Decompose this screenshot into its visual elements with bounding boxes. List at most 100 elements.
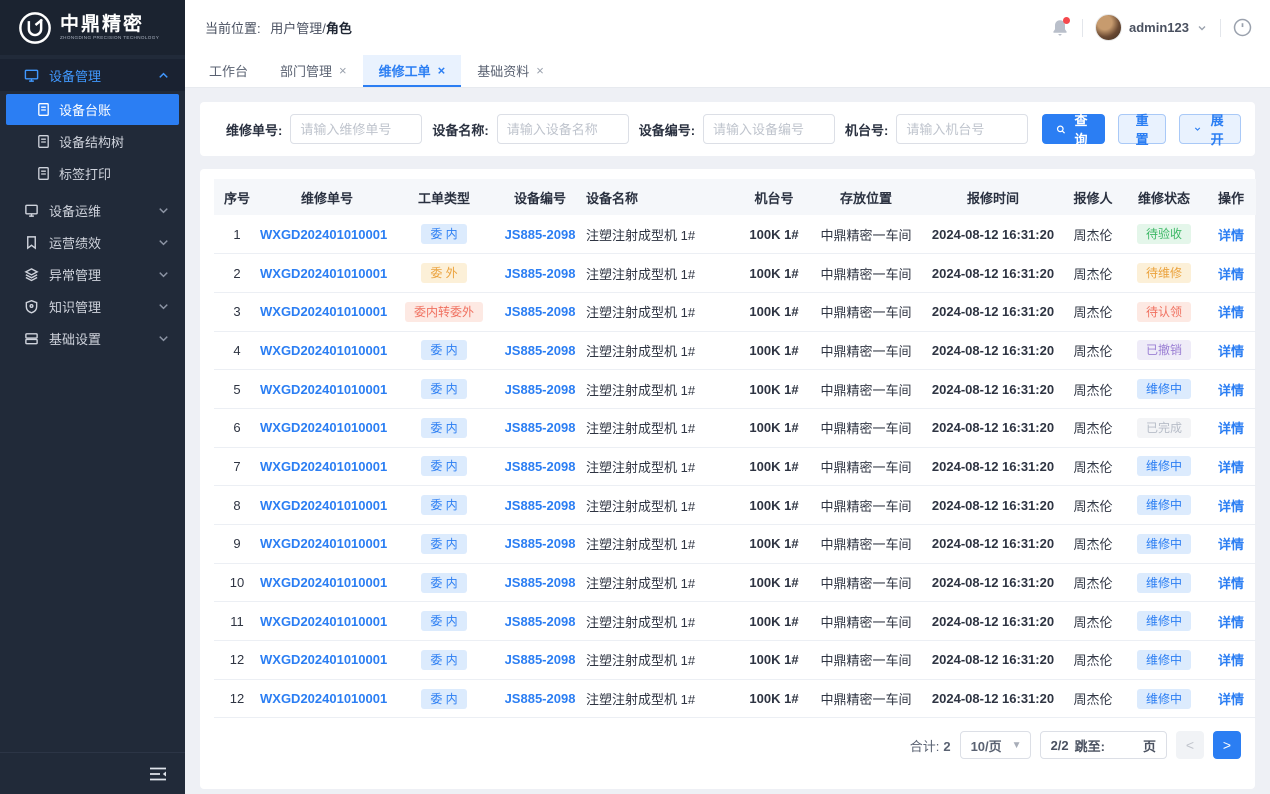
order-number-link[interactable]: WXGD202401010001 — [260, 459, 387, 474]
device-number-link[interactable]: JS885-2098 — [505, 459, 576, 474]
detail-link[interactable]: 详情 — [1218, 383, 1244, 398]
storage-location: 中鼎精密一车间 — [810, 447, 922, 486]
sidebar-item-device-management[interactable]: 设备管理 — [0, 59, 185, 91]
reset-button[interactable]: 重置 — [1118, 114, 1166, 144]
device-number-link[interactable]: JS885-2098 — [505, 575, 576, 590]
chevron-down-icon — [156, 203, 171, 218]
sidebar-item-operation-performance[interactable]: 运营绩效 — [0, 226, 185, 258]
reporter: 周杰伦 — [1064, 602, 1122, 641]
order-type-tag: 委 内 — [421, 495, 466, 515]
order-number-link[interactable]: WXGD202401010001 — [260, 382, 387, 397]
detail-link[interactable]: 详情 — [1218, 537, 1244, 552]
detail-link[interactable]: 详情 — [1218, 344, 1244, 359]
detail-link[interactable]: 详情 — [1218, 615, 1244, 630]
query-button[interactable]: 查询 — [1042, 114, 1105, 144]
machine-number: 100K 1# — [738, 331, 810, 370]
reporter: 周杰伦 — [1064, 254, 1122, 293]
breadcrumb-current: 角色 — [326, 21, 352, 36]
device-number-link[interactable]: JS885-2098 — [505, 227, 576, 242]
order-number-link[interactable]: WXGD202401010001 — [260, 614, 387, 629]
repair-status-badge: 维修中 — [1137, 495, 1191, 515]
order-number-link[interactable]: WXGD202401010001 — [260, 343, 387, 358]
detail-link[interactable]: 详情 — [1218, 267, 1244, 282]
page-size-select[interactable]: 10/页 ▼ — [960, 731, 1031, 759]
repair-status-badge: 已完成 — [1137, 418, 1191, 438]
device-number-field: 设备编号: — [639, 114, 835, 144]
jump-label: 跳至: — [1075, 736, 1105, 755]
repair-status-badge: 维修中 — [1137, 456, 1191, 476]
order-number-link[interactable]: WXGD202401010001 — [260, 691, 387, 706]
device-number-link[interactable]: JS885-2098 — [505, 420, 576, 435]
row-index: 10 — [214, 563, 260, 602]
sidebar-item-label-print[interactable]: 标签打印 — [6, 158, 179, 189]
sidebar-item-device-ledger[interactable]: 设备台账 — [6, 94, 179, 125]
order-type-tag: 委 内 — [421, 418, 466, 438]
detail-link[interactable]: 详情 — [1218, 576, 1244, 591]
storage-location: 中鼎精密一车间 — [810, 370, 922, 409]
tab-label: 基础资料 — [477, 61, 529, 80]
detail-link[interactable]: 详情 — [1218, 692, 1244, 707]
field-label: 设备编号: — [639, 120, 695, 139]
sidebar-item-device-structure-tree[interactable]: 设备结构树 — [6, 126, 179, 157]
detail-link[interactable]: 详情 — [1218, 460, 1244, 475]
machine-number-input[interactable] — [896, 114, 1028, 144]
close-icon[interactable]: × — [438, 63, 446, 78]
prev-page-button[interactable]: < — [1176, 731, 1204, 759]
logout-power-icon[interactable] — [1233, 18, 1252, 37]
col-order-number: 维修单号 — [260, 179, 394, 215]
table-header-row: 序号 维修单号 工单类型 设备编号 设备名称 机台号 存放位置 报修时间 报修人… — [214, 179, 1256, 215]
order-number-link[interactable]: WXGD202401010001 — [260, 498, 387, 513]
tab-department-management[interactable]: 部门管理 × — [264, 55, 363, 87]
sidebar-item-basic-settings[interactable]: 基础设置 — [0, 322, 185, 354]
order-type-tag: 委 内 — [421, 379, 466, 399]
monitor-icon — [24, 203, 39, 218]
row-index: 6 — [214, 408, 260, 447]
row-index: 11 — [214, 602, 260, 641]
sidebar-item-label: 运营绩效 — [49, 233, 156, 252]
sidebar-item-exception-management[interactable]: 异常管理 — [0, 258, 185, 290]
device-number-link[interactable]: JS885-2098 — [505, 536, 576, 551]
device-number-link[interactable]: JS885-2098 — [505, 304, 576, 319]
device-number-link[interactable]: JS885-2098 — [505, 343, 576, 358]
device-number-link[interactable]: JS885-2098 — [505, 266, 576, 281]
device-number-link[interactable]: JS885-2098 — [505, 652, 576, 667]
detail-link[interactable]: 详情 — [1218, 499, 1244, 514]
repair-order-input[interactable] — [290, 114, 422, 144]
close-icon[interactable]: × — [339, 63, 347, 78]
tab-label: 部门管理 — [280, 61, 332, 80]
device-name-input[interactable] — [497, 114, 629, 144]
device-number-link[interactable]: JS885-2098 — [505, 382, 576, 397]
order-number-link[interactable]: WXGD202401010001 — [260, 227, 387, 242]
detail-link[interactable]: 详情 — [1218, 305, 1244, 320]
collapse-sidebar-icon[interactable] — [149, 766, 167, 782]
order-number-link[interactable]: WXGD202401010001 — [260, 652, 387, 667]
page-jump-box[interactable]: 2/2 跳至: 页 — [1040, 731, 1167, 759]
shield-icon — [24, 299, 39, 314]
sidebar-item-device-ops[interactable]: 设备运维 — [0, 194, 185, 226]
device-number-link[interactable]: JS885-2098 — [505, 498, 576, 513]
order-type-tag: 委内转委外 — [405, 302, 483, 322]
tab-repair-work-order[interactable]: 维修工单 × — [363, 55, 462, 87]
expand-button[interactable]: 展开 — [1179, 114, 1241, 144]
user-menu[interactable]: admin123 — [1095, 14, 1208, 41]
order-number-link[interactable]: WXGD202401010001 — [260, 575, 387, 590]
detail-link[interactable]: 详情 — [1218, 653, 1244, 668]
sidebar-item-knowledge-management[interactable]: 知识管理 — [0, 290, 185, 322]
col-action: 操作 — [1206, 179, 1256, 215]
col-device-number: 设备编号 — [494, 179, 586, 215]
order-number-link[interactable]: WXGD202401010001 — [260, 266, 387, 281]
tab-workbench[interactable]: 工作台 — [193, 55, 264, 87]
detail-link[interactable]: 详情 — [1218, 228, 1244, 243]
order-number-link[interactable]: WXGD202401010001 — [260, 536, 387, 551]
notification-bell-icon[interactable] — [1050, 18, 1070, 38]
detail-link[interactable]: 详情 — [1218, 421, 1244, 436]
next-page-button[interactable]: > — [1213, 731, 1241, 759]
order-number-link[interactable]: WXGD202401010001 — [260, 420, 387, 435]
device-number-input[interactable] — [703, 114, 835, 144]
report-time: 2024-08-12 16:31:20 — [922, 563, 1064, 602]
order-number-link[interactable]: WXGD202401010001 — [260, 304, 387, 319]
device-number-link[interactable]: JS885-2098 — [505, 691, 576, 706]
device-number-link[interactable]: JS885-2098 — [505, 614, 576, 629]
tab-basic-data[interactable]: 基础资料 × — [461, 55, 560, 87]
close-icon[interactable]: × — [536, 63, 544, 78]
